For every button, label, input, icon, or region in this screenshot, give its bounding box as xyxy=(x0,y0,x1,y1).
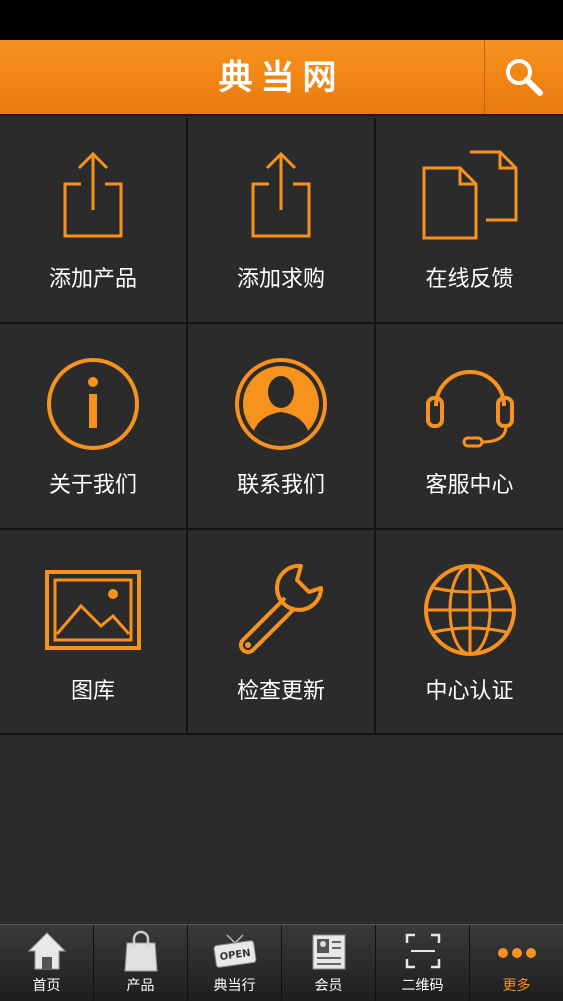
grid-item-label: 图库 xyxy=(70,679,115,704)
home-icon xyxy=(27,932,66,970)
tab-products[interactable]: 产品 xyxy=(94,925,188,1001)
grid-item-label: 客服中心 xyxy=(425,473,514,498)
globe-icon xyxy=(423,564,516,656)
grid-item-about-us[interactable]: 关于我们 xyxy=(0,324,188,530)
search-button[interactable] xyxy=(484,40,563,114)
wrench-icon xyxy=(238,563,323,655)
copy-documents-icon xyxy=(422,150,517,240)
search-icon xyxy=(506,59,543,96)
tab-pawnshop[interactable]: OPEN 典当行 xyxy=(188,925,282,1001)
grid-item-contact-us[interactable]: 联系我们 xyxy=(188,324,376,530)
tab-qrcode[interactable]: 二维码 xyxy=(376,925,470,1001)
tab-label: 典当行 xyxy=(213,978,256,994)
grid-item-check-update[interactable]: 检查更新 xyxy=(188,530,376,735)
tab-label: 二维码 xyxy=(401,978,444,994)
grid-item-gallery[interactable]: 图库 xyxy=(0,530,188,735)
info-icon xyxy=(47,358,139,450)
grid-item-label: 关于我们 xyxy=(48,473,137,498)
bottom-tab-bar: 首页 产品 OPEN 典当行 会员 二维码 更多 xyxy=(0,924,563,1001)
grid-item-label: 添加求购 xyxy=(236,267,325,292)
status-bar xyxy=(0,0,563,40)
shopping-bag-icon xyxy=(123,930,158,972)
tab-more[interactable]: 更多 xyxy=(470,925,563,1001)
grid-item-certification[interactable]: 中心认证 xyxy=(376,530,563,735)
grid-item-add-purchase[interactable]: 添加求购 xyxy=(188,118,376,324)
grid-item-add-product[interactable]: 添加产品 xyxy=(0,118,188,324)
grid-item-feedback[interactable]: 在线反馈 xyxy=(376,118,563,324)
share-upload-icon xyxy=(251,151,311,238)
more-dots-icon xyxy=(497,948,536,958)
qr-scan-icon xyxy=(405,933,440,969)
headset-icon xyxy=(425,370,514,448)
function-grid: 添加产品 添加求购 在线反馈 关于我们 联系我们 客服中心 图库 检查更新 中心… xyxy=(0,118,563,735)
grid-item-label: 在线反馈 xyxy=(425,267,514,292)
grid-item-label: 中心认证 xyxy=(425,679,514,704)
contact-person-icon xyxy=(235,358,327,450)
grid-item-label: 添加产品 xyxy=(48,267,137,292)
header-bar: 典当网 xyxy=(0,40,563,116)
open-sign-icon: OPEN xyxy=(213,934,256,968)
tab-label: 产品 xyxy=(126,978,155,994)
tab-label: 更多 xyxy=(502,978,531,994)
member-card-icon xyxy=(312,934,345,970)
share-upload-icon xyxy=(63,151,123,238)
tab-label: 会员 xyxy=(314,978,343,994)
grid-item-label: 检查更新 xyxy=(236,679,325,704)
page-title: 典当网 xyxy=(218,58,345,98)
tab-member[interactable]: 会员 xyxy=(282,925,376,1001)
tab-home[interactable]: 首页 xyxy=(0,925,94,1001)
tab-label: 首页 xyxy=(32,978,61,994)
grid-item-service-center[interactable]: 客服中心 xyxy=(376,324,563,530)
image-gallery-icon xyxy=(45,570,141,650)
grid-item-label: 联系我们 xyxy=(236,473,325,498)
